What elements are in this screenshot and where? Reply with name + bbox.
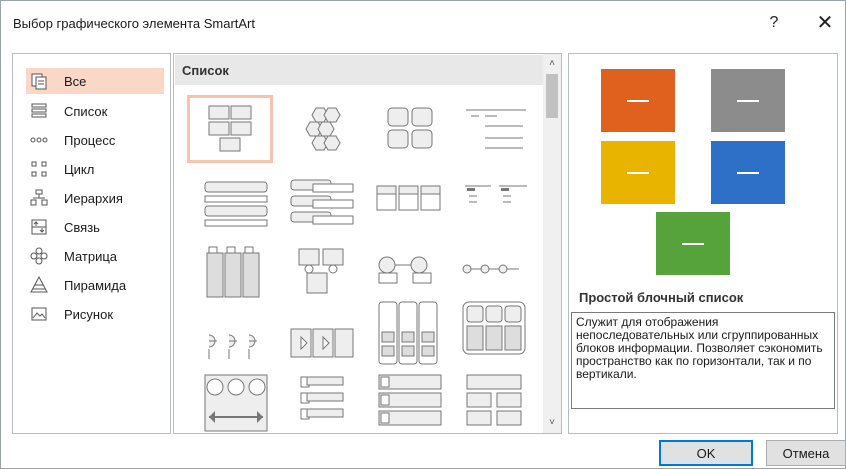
- process-icon: [30, 131, 48, 149]
- layout-tile-horizontal-picture-list[interactable]: [365, 369, 451, 433]
- smartart-dialog: Выбор графического элемента SmartArt ? ✕…: [0, 0, 846, 469]
- cancel-button[interactable]: Отмена: [766, 440, 846, 466]
- layout-tile-circle-list[interactable]: [365, 239, 451, 307]
- scroll-up-arrow[interactable]: ˄: [546, 58, 558, 70]
- picture-icon: [30, 305, 48, 323]
- layout-tile-hexagon-list[interactable]: [281, 95, 367, 163]
- layout-tile-chevron-list[interactable]: [451, 239, 537, 307]
- layout-tile-basic-block-list[interactable]: [187, 95, 273, 163]
- layout-tile-vertical-bullet-list[interactable]: [193, 169, 279, 237]
- layout-tile-pictured-list[interactable]: [193, 239, 279, 307]
- gallery-scrollbar[interactable]: ˄ ˅: [543, 54, 561, 433]
- layout-tile-picture-caption-list[interactable]: [279, 239, 365, 307]
- category-list-item[interactable]: Список: [26, 98, 164, 124]
- preview-block-yellow: [601, 141, 675, 204]
- category-label: Процесс: [64, 132, 116, 148]
- title-bar: Выбор графического элемента SmartArt ? ✕: [1, 1, 845, 45]
- category-list: Все Список Процесс Цикл Иерархия Связь М…: [12, 53, 171, 434]
- preview-dash: [737, 171, 759, 174]
- preview-block-green: [656, 212, 730, 275]
- layout-tile-horizontal-bullet-list[interactable]: [365, 169, 451, 237]
- layout-tile-target-list[interactable]: [193, 309, 279, 377]
- preview-dash: [682, 242, 704, 245]
- layout-tile-ribbon-list[interactable]: [193, 369, 279, 433]
- layout-tile-lined-list[interactable]: [453, 95, 539, 163]
- gallery-header-label: Список: [182, 63, 229, 78]
- layout-tile-stacked-list[interactable]: [279, 169, 365, 237]
- category-label: Все: [64, 73, 87, 89]
- list-icon: [30, 102, 48, 120]
- layout-tile-table-list[interactable]: [453, 169, 539, 237]
- matrix-icon: [30, 247, 48, 265]
- category-cycle[interactable]: Цикл: [26, 156, 164, 182]
- preview-dash: [627, 99, 649, 102]
- relationship-icon: [30, 218, 48, 236]
- category-relationship[interactable]: Связь: [26, 214, 164, 240]
- help-button[interactable]: ?: [759, 11, 789, 35]
- category-matrix[interactable]: Матрица: [26, 243, 164, 269]
- cycle-icon: [30, 160, 48, 178]
- category-label: Иерархия: [64, 190, 123, 206]
- layout-tile-grouped-blocks[interactable]: [451, 299, 537, 367]
- layout-description: Служит для отображения непоследовательны…: [571, 312, 835, 409]
- preview-block-orange: [601, 69, 675, 132]
- category-label: Список: [64, 103, 108, 119]
- category-label: Пирамида: [64, 277, 127, 293]
- category-hierarchy[interactable]: Иерархия: [26, 185, 164, 211]
- category-all[interactable]: Все: [26, 68, 164, 94]
- category-process[interactable]: Процесс: [26, 127, 164, 153]
- layout-tile-grouped-list[interactable]: [367, 95, 453, 163]
- gallery-header: Список: [175, 55, 543, 85]
- category-pyramid[interactable]: Пирамида: [26, 272, 164, 298]
- close-button[interactable]: ✕: [810, 11, 840, 35]
- layout-tile-vertical-box-list[interactable]: [451, 369, 537, 433]
- hierarchy-icon: [30, 189, 48, 207]
- pyramid-icon: [30, 276, 48, 294]
- preview-dash: [737, 99, 759, 102]
- preview-dash: [627, 171, 649, 174]
- layout-tile-arrow-list[interactable]: [279, 309, 365, 377]
- scroll-down-arrow[interactable]: ˅: [546, 417, 558, 429]
- dialog-title: Выбор графического элемента SmartArt: [13, 16, 255, 31]
- category-label: Матрица: [64, 248, 118, 264]
- layout-name: Простой блочный список: [579, 290, 744, 305]
- preview-panel: Простой блочный список Служит для отобра…: [568, 53, 838, 434]
- category-picture[interactable]: Рисунок: [26, 301, 164, 327]
- all-icon: [30, 72, 48, 90]
- ok-button[interactable]: OK: [659, 440, 753, 466]
- preview-block-blue: [711, 141, 785, 204]
- category-label: Цикл: [64, 161, 95, 177]
- category-label: Связь: [64, 219, 100, 235]
- preview-block-gray: [711, 69, 785, 132]
- layout-gallery: Список ˄ ˅: [173, 53, 562, 434]
- layout-tile-box-list[interactable]: [279, 369, 365, 433]
- scrollbar-thumb[interactable]: [546, 74, 558, 118]
- layout-tile-segmented-list[interactable]: [365, 299, 451, 367]
- category-label: Рисунок: [64, 306, 114, 322]
